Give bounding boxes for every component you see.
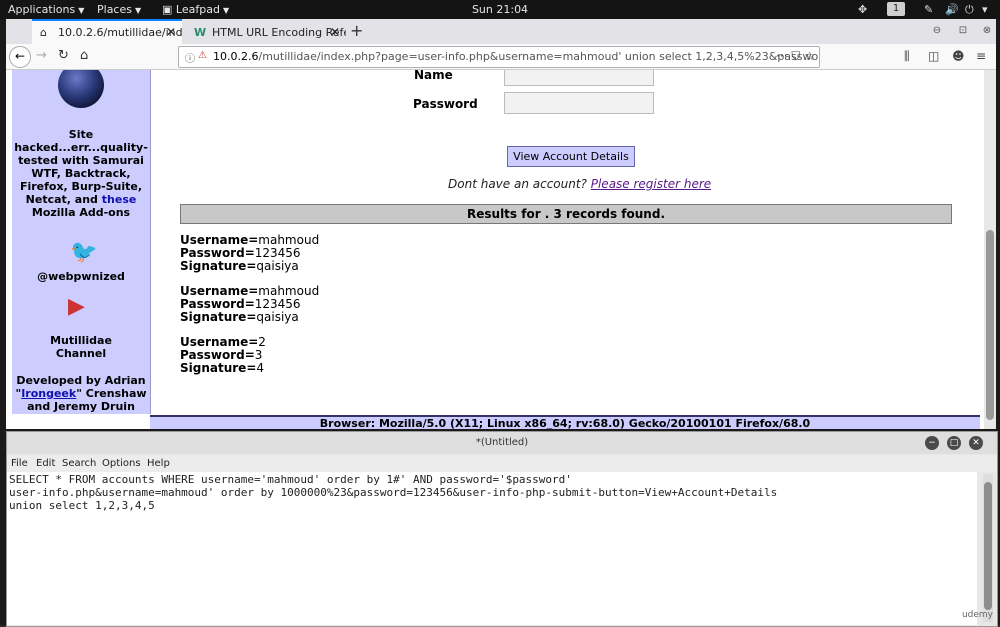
page-scrollbar[interactable] (984, 70, 996, 429)
channel-link[interactable]: Mutillidae (12, 334, 150, 347)
more-icon[interactable]: ··· (776, 49, 787, 63)
leafpad-window: *(Untitled) − □ ✕ File Edit Search Optio… (6, 431, 998, 627)
mutillidae-sidebar: Site hacked...err...quality- tested with… (12, 70, 151, 414)
register-link[interactable]: Please register here (591, 177, 711, 191)
leafpad-app-menu[interactable]: ▣ Leafpad ▼ (162, 3, 229, 16)
back-button[interactable]: ← (9, 46, 31, 68)
sidebar-text: "Irongeek" Crenshaw (15, 387, 147, 400)
volume-icon[interactable]: 🔊 (945, 3, 959, 16)
register-prompt: Dont have an account? Please register he… (448, 177, 712, 191)
menu-help[interactable]: Help (147, 458, 170, 469)
clock[interactable]: Sun 21:04 (472, 3, 528, 16)
name-field[interactable] (504, 70, 654, 86)
leafpad-menubar: File Edit Search Options Help (7, 455, 997, 472)
pen-icon[interactable]: ✎ (924, 3, 933, 16)
sidebar-icon[interactable]: ◫ (928, 49, 939, 63)
leafpad-icon: ▣ (162, 3, 173, 16)
close-icon[interactable]: ✕ (330, 25, 340, 39)
addons-link[interactable]: Mozilla Add-ons (12, 206, 150, 219)
twitter-icon[interactable]: 🐦 (70, 240, 97, 265)
view-account-details-button[interactable]: View Account Details (507, 146, 635, 167)
bookmark-star-icon[interactable]: ☆ (804, 49, 815, 63)
password-label: Password (413, 97, 478, 111)
sidebar-text: Firefox, Burp-Suite, (19, 180, 143, 193)
workspace-indicator[interactable]: 1 (887, 2, 905, 16)
forward-button[interactable]: → (36, 48, 47, 63)
tab-strip: ⌂ 10.0.2.6/mutillidae/index ✕ W HTML URL… (6, 19, 996, 46)
udemy-watermark: udemy (961, 610, 993, 620)
reload-button[interactable]: ↻ (58, 48, 69, 63)
tab-url-encoding[interactable]: W HTML URL Encoding Refe ✕ (186, 21, 346, 44)
new-tab-button[interactable]: + (350, 21, 363, 40)
record: Username=mahmoud Password=123456 Signatu… (180, 233, 320, 273)
browser-info-footer: Browser: Mozilla/5.0 (X11; Linux x86_64;… (150, 415, 980, 429)
leafpad-titlebar[interactable]: *(Untitled) (7, 432, 997, 454)
maximize-icon[interactable]: □ (947, 436, 961, 450)
menu-file[interactable]: File (11, 458, 28, 469)
name-label: Name (414, 70, 453, 82)
pocket-icon[interactable]: ⛉ (791, 49, 800, 63)
editor-line: user-info.php&username=mahmoud' order by… (9, 486, 778, 499)
sidebar-text: WTF, Backtrack, (31, 167, 131, 180)
menu-edit[interactable]: Edit (36, 458, 55, 469)
close-icon[interactable]: ✕ (969, 436, 983, 450)
url-bar[interactable]: ⓘ ⚠ 10.0.2.6/mutillidae/index.php?page=u… (178, 46, 820, 68)
library-icon[interactable]: ⫼ (904, 49, 910, 64)
applications-menu[interactable]: Applications ▼ (8, 3, 84, 16)
text-editor[interactable]: SELECT * FROM accounts WHERE username='m… (7, 472, 977, 625)
top-panel: Applications ▼ Places ▼ ▣ Leafpad ▼ Sun 21:… (0, 0, 1000, 19)
menu-icon[interactable]: ≡ (976, 49, 986, 63)
irongeek-link[interactable]: Irongeek (21, 387, 76, 400)
record: Username=2 Password=3 Signature=4 (180, 335, 266, 375)
record: Username=mahmoud Password=123456 Signatu… (180, 284, 320, 324)
twitter-link[interactable]: @webpwnized (12, 270, 150, 283)
minimize-icon[interactable]: − (925, 436, 939, 450)
menu-options[interactable]: Options (102, 458, 141, 469)
sidebar-text: Netcat, and these (25, 193, 137, 206)
home-button[interactable]: ⌂ (80, 48, 88, 63)
insecure-icon: ⚠ (198, 50, 207, 61)
minimize-icon[interactable]: ⊖ (930, 24, 944, 38)
youtube-icon[interactable]: ▶ (68, 294, 85, 319)
sidebar-text: tested with Samurai (18, 154, 144, 167)
password-field[interactable] (504, 92, 654, 114)
owasp-logo (58, 70, 104, 108)
places-menu[interactable]: Places ▼ (97, 3, 141, 16)
sidebar-text: and Jeremy Druin (27, 400, 135, 413)
scrollbar-thumb[interactable] (984, 482, 992, 610)
main-content: Name Password View Account Details Dont … (158, 70, 978, 414)
account-icon[interactable]: ☻ (952, 49, 965, 63)
close-icon[interactable]: ✕ (166, 25, 176, 39)
editor-line: SELECT * FROM accounts WHERE username='m… (9, 473, 572, 486)
page-icon: ⌂ (40, 26, 47, 39)
sidebar-text: hacked...err...quality- (14, 141, 148, 154)
menu-search[interactable]: Search (62, 458, 96, 469)
editor-line: union select 1,2,3,4,5 (9, 499, 155, 512)
desktop: Applications ▼ Places ▼ ▣ Leafpad ▼ Sun 21:… (0, 0, 1000, 627)
navigation-toolbar: ← → ↻ ⌂ ⓘ ⚠ 10.0.2.6/mutillidae/index.ph… (6, 44, 996, 70)
power-icon[interactable]: ⏻ (965, 3, 974, 17)
results-header: Results for . 3 records found. (180, 204, 952, 224)
browser-window: ⌂ 10.0.2.6/mutillidae/index ✕ W HTML URL… (6, 19, 996, 429)
sidebar-text: Developed by Adrian (16, 374, 146, 387)
info-icon[interactable]: ⓘ (185, 50, 195, 65)
scrollbar-thumb[interactable] (986, 230, 994, 420)
channel-link[interactable]: Channel (12, 347, 150, 360)
editor-scrollbar[interactable] (983, 474, 993, 622)
power-menu-caret[interactable]: ▾ (982, 3, 988, 16)
w-icon: W (194, 26, 207, 39)
page-viewport: Site hacked...err...quality- tested with… (6, 70, 996, 429)
sidebar-text: Site (68, 128, 94, 141)
maximize-icon[interactable]: ⊡ (956, 24, 970, 38)
these-link[interactable]: these (102, 193, 137, 206)
tab-mutillidae[interactable]: ⌂ 10.0.2.6/mutillidae/index ✕ (32, 19, 182, 46)
close-window-icon[interactable]: ⊗ (980, 24, 994, 38)
screen-icon[interactable]: ✥ (858, 3, 867, 16)
